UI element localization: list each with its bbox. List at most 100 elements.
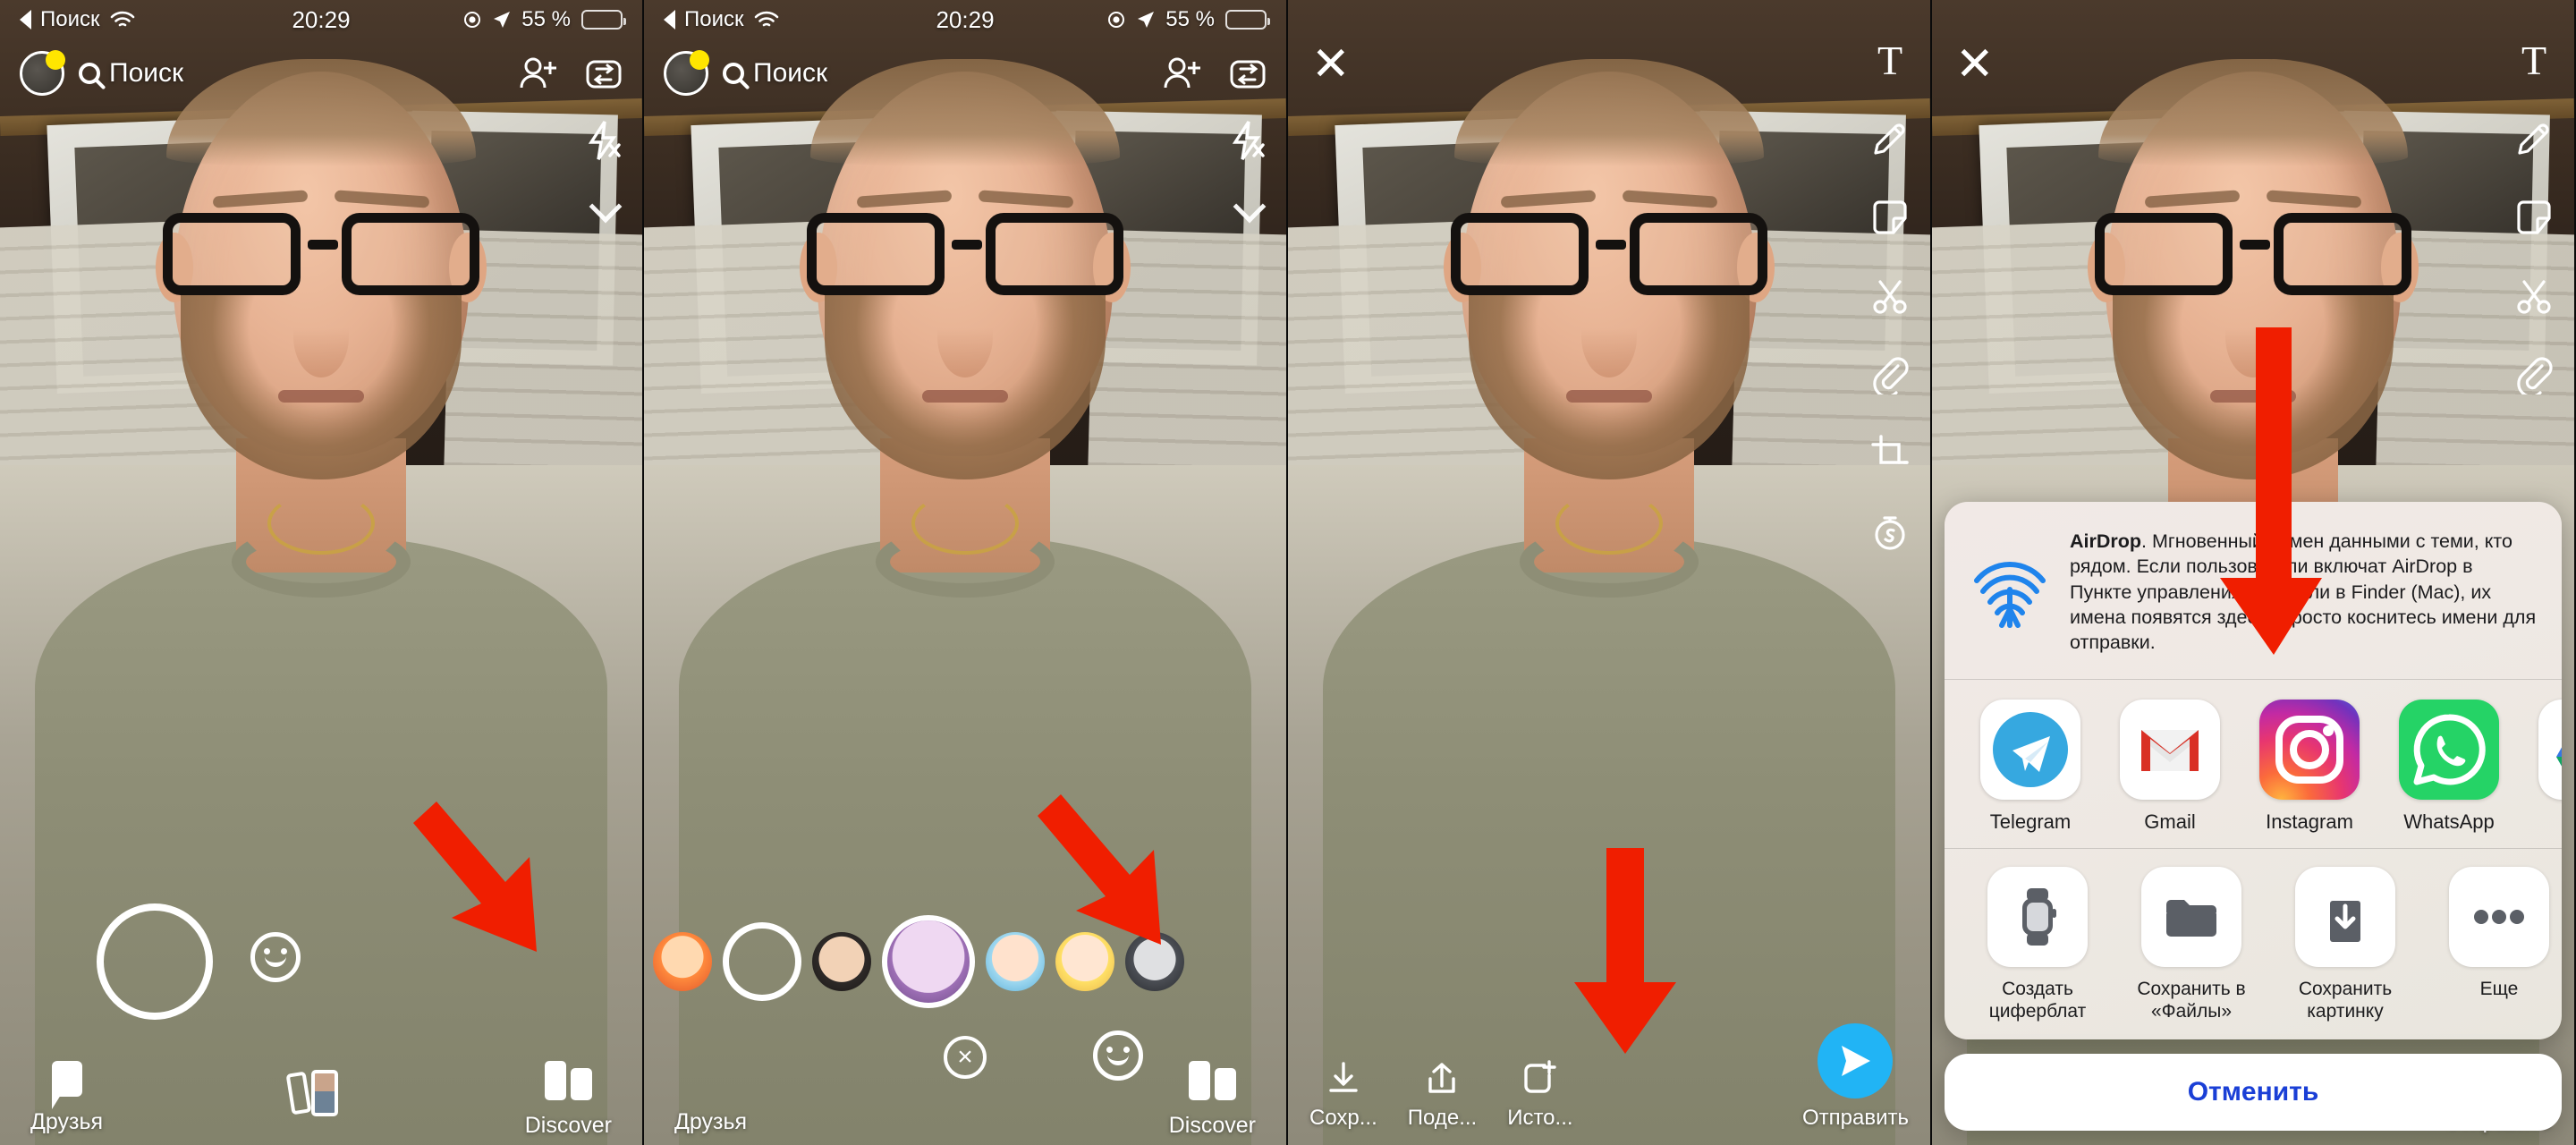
annotation-arrow-4	[2215, 322, 2340, 662]
panel-lenses: Поиск 20:29 55 % Поиск × Друзья Discover	[644, 0, 1288, 1145]
camera-top-bar: Поиск	[0, 47, 642, 100]
battery-percent: 55 %	[1165, 7, 1215, 31]
flip-camera-icon[interactable]	[1229, 56, 1267, 90]
close-editor-button[interactable]: ✕	[1955, 41, 1995, 88]
add-friend-icon[interactable]	[519, 56, 558, 90]
create-watch-face-label: Создать циферблат	[1988, 978, 2087, 1022]
attach-link-tool[interactable]	[2510, 351, 2558, 399]
nav-discover-label: Discover	[524, 1113, 612, 1138]
action-save-image[interactable]: Сохранить картинку	[2268, 866, 2422, 1023]
save-image-icon	[2295, 866, 2395, 967]
wifi-icon	[110, 11, 134, 27]
add-friend-icon[interactable]	[1163, 56, 1202, 90]
lens-smiley-button[interactable]	[250, 932, 301, 982]
camera-preview	[0, 0, 642, 1145]
save-action[interactable]: Сохр...	[1309, 1059, 1377, 1131]
crop-tool[interactable]	[1866, 429, 1914, 478]
annotation-arrow-2	[1029, 780, 1181, 959]
story-action[interactable]: Исто...	[1507, 1059, 1573, 1131]
shutter-button[interactable]	[97, 903, 213, 1020]
telegram-icon	[1980, 699, 2080, 800]
nav-memories[interactable]	[285, 1070, 339, 1116]
lens-item-1[interactable]	[653, 932, 712, 991]
battery-icon	[581, 10, 626, 30]
chat-bubble-icon	[51, 1061, 82, 1109]
annotation-arrow-3	[1560, 841, 1694, 1064]
share-action[interactable]: Поде...	[1408, 1059, 1477, 1131]
scissors-tool[interactable]	[1866, 272, 1914, 320]
nav-friends-label: Друзья	[30, 1109, 104, 1134]
location-arrow-icon	[494, 12, 511, 28]
flash-off-icon[interactable]	[583, 118, 623, 163]
panel-camera: Поиск 20:29 55 % Поиск Друзья Discover	[0, 0, 644, 1145]
screen-record-icon	[1108, 12, 1125, 28]
share-app-google-drive[interactable]: Ди...	[2519, 699, 2562, 834]
status-time: 20:29	[936, 5, 995, 33]
more-label: Еще	[2479, 978, 2519, 999]
battery-icon	[1225, 10, 1270, 30]
nav-friends[interactable]: Друзья	[674, 1061, 747, 1135]
nav-friends-label: Друзья	[674, 1109, 748, 1134]
panel-share-sheet: ✕ T AirDrop. Мгновенный обмен данными с …	[1932, 0, 2576, 1145]
sticker-tool[interactable]	[2510, 193, 2558, 242]
share-app-whatsapp[interactable]: WhatsApp	[2379, 699, 2519, 834]
memories-icon	[285, 1070, 339, 1116]
search-button[interactable]: Поиск	[79, 58, 183, 89]
nav-discover[interactable]: Discover	[1169, 1061, 1256, 1139]
nav-friends[interactable]: Друзья	[30, 1061, 103, 1135]
attach-link-tool[interactable]	[1866, 351, 1914, 399]
status-back-label: Поиск	[684, 7, 744, 31]
draw-pencil-tool[interactable]	[2510, 114, 2558, 163]
instagram-label: Instagram	[2266, 810, 2353, 833]
lens-item-2[interactable]	[812, 932, 871, 991]
text-tool[interactable]: T	[1866, 36, 1914, 84]
story-action-label: Исто...	[1507, 1106, 1573, 1130]
timer-tool[interactable]	[1866, 508, 1914, 556]
eyeglasses	[157, 213, 485, 299]
action-more[interactable]: Еще	[2422, 866, 2562, 1023]
back-chevron-icon[interactable]	[664, 10, 675, 30]
flash-off-icon[interactable]	[1227, 118, 1267, 163]
save-action-label: Сохр...	[1309, 1106, 1377, 1130]
send-group[interactable]: Отправить	[1802, 1023, 1909, 1131]
status-back-label: Поиск	[40, 7, 100, 31]
flip-camera-icon[interactable]	[585, 56, 623, 90]
share-actions-row[interactable]: Создать циферблат Сохранить в «Файлы» Со…	[1945, 849, 2562, 1039]
search-label: Поиск	[753, 58, 828, 88]
share-apps-row[interactable]: Telegram Gmail Instagram WhatsApp	[1945, 680, 2562, 848]
close-editor-button[interactable]: ✕	[1311, 41, 1351, 88]
save-image-label: Сохранить картинку	[2298, 978, 2393, 1022]
lens-carousel[interactable]	[644, 912, 1286, 1011]
telegram-label: Telegram	[1989, 810, 2072, 833]
discover-cards-icon	[1188, 1061, 1236, 1100]
cancel-button[interactable]: Отменить	[1945, 1054, 2562, 1131]
airdrop-icon	[1968, 550, 2052, 634]
share-app-telegram[interactable]: Telegram	[1961, 699, 2100, 834]
sticker-tool[interactable]	[1866, 193, 1914, 242]
action-save-to-files[interactable]: Сохранить в «Файлы»	[2114, 866, 2268, 1023]
whatsapp-icon	[2399, 699, 2499, 800]
lens-shutter-ring[interactable]	[723, 922, 801, 1001]
send-label: Отправить	[1801, 1106, 1909, 1130]
lens-item-selected[interactable]	[882, 915, 975, 1008]
action-create-watch-face[interactable]: Создать циферблат	[1961, 866, 2114, 1023]
avatar[interactable]	[20, 50, 65, 96]
editor-toolbar: T	[1866, 36, 1914, 556]
scissors-tool[interactable]	[2510, 272, 2558, 320]
avatar[interactable]	[664, 50, 709, 96]
panel-editor: ✕ T Сохр... Поде... Исто... Отправить	[1288, 0, 1932, 1145]
share-app-gmail[interactable]: Gmail	[2100, 699, 2240, 834]
search-button[interactable]: Поиск	[723, 58, 827, 89]
nav-discover[interactable]: Discover	[525, 1061, 612, 1139]
search-icon	[79, 63, 100, 84]
send-paper-plane-icon[interactable]	[1818, 1023, 1894, 1098]
airdrop-title: AirDrop	[2070, 530, 2142, 552]
wifi-icon	[754, 11, 778, 27]
share-app-instagram[interactable]: Instagram	[2240, 699, 2379, 834]
draw-pencil-tool[interactable]	[1866, 114, 1914, 163]
text-tool[interactable]: T	[2510, 36, 2558, 84]
save-to-files-label: Сохранить в «Файлы»	[2137, 978, 2246, 1022]
back-chevron-icon[interactable]	[20, 10, 31, 30]
editor-toolbar-2: T	[2510, 36, 2558, 399]
annotation-arrow-1	[404, 787, 556, 966]
